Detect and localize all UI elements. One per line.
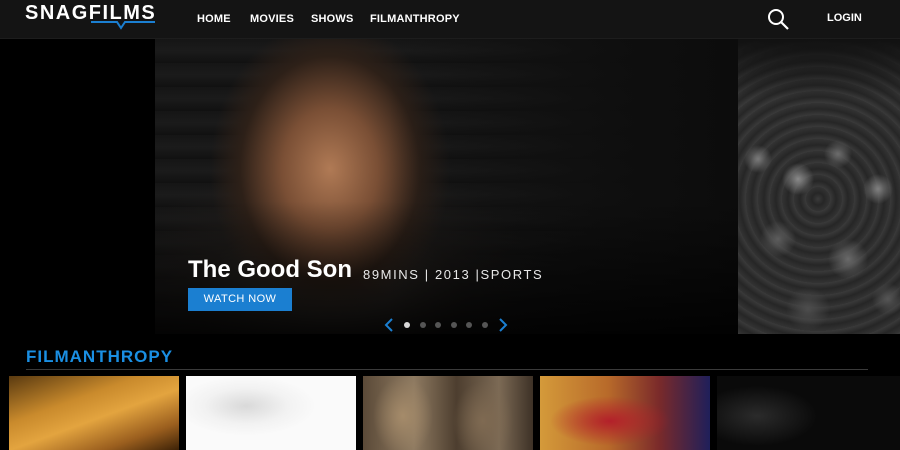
carousel-dot[interactable] bbox=[451, 322, 457, 328]
login-link[interactable]: LOGIN bbox=[827, 12, 862, 24]
film-thumbnail[interactable] bbox=[717, 376, 900, 450]
chevron-right-icon[interactable] bbox=[498, 318, 508, 332]
search-icon[interactable] bbox=[766, 8, 790, 30]
nav-shows[interactable]: SHOWS bbox=[311, 13, 354, 25]
film-thumbnail[interactable] bbox=[186, 376, 356, 450]
film-thumbnail[interactable] bbox=[540, 376, 710, 450]
hero-left-panel bbox=[0, 39, 155, 334]
section-divider bbox=[26, 369, 868, 370]
nav-movies[interactable]: MOVIES bbox=[250, 13, 294, 25]
carousel-dot[interactable] bbox=[404, 322, 410, 328]
film-thumbnail[interactable] bbox=[9, 376, 179, 450]
carousel-dot[interactable] bbox=[482, 322, 488, 328]
nav-filmanthropy[interactable]: FILMANTHROPY bbox=[370, 13, 460, 25]
watch-now-button[interactable]: WATCH NOW bbox=[188, 288, 292, 311]
hero-title: The Good Son bbox=[188, 256, 352, 283]
nav-home[interactable]: HOME bbox=[197, 13, 231, 25]
carousel-dot[interactable] bbox=[466, 322, 472, 328]
carousel-dot[interactable] bbox=[435, 322, 441, 328]
carousel-pager bbox=[384, 318, 510, 332]
snagfilms-logo[interactable]: SNAGFILMS bbox=[25, 2, 155, 34]
top-navigation-bar: SNAGFILMS HOME MOVIES SHOWS FILMANTHROPY… bbox=[0, 0, 900, 39]
chevron-left-icon[interactable] bbox=[384, 318, 394, 332]
film-thumbnail[interactable] bbox=[363, 376, 533, 450]
carousel-dot[interactable] bbox=[420, 322, 426, 328]
section-title[interactable]: FILMANTHROPY bbox=[26, 347, 173, 367]
logo-swoosh-icon bbox=[91, 21, 155, 30]
hero-next-slide-preview[interactable] bbox=[738, 39, 900, 334]
hero-meta: 89MINS | 2013 |SPORTS bbox=[363, 267, 544, 282]
